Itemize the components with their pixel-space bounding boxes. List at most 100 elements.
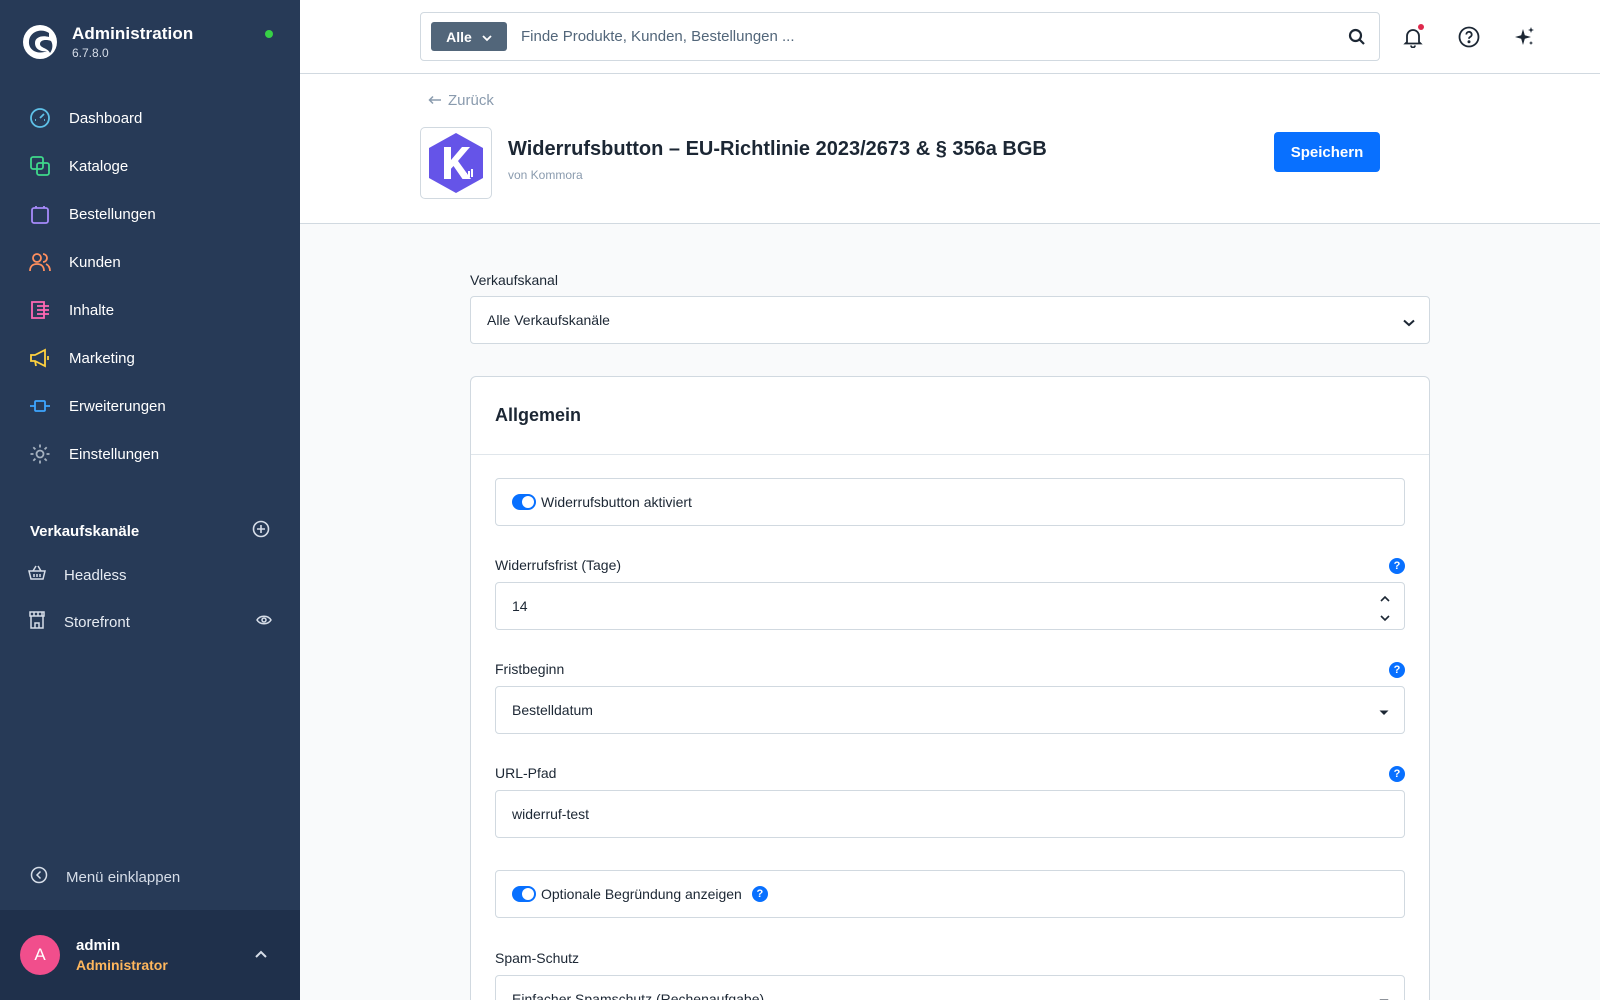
- sidebar-item-kunden[interactable]: Kunden: [0, 238, 300, 286]
- storefront-icon: [28, 610, 46, 634]
- sales-channel-label: Headless: [64, 566, 127, 584]
- avatar: A: [20, 935, 60, 975]
- bell-icon[interactable]: [1400, 24, 1426, 50]
- sales-channel-storefront[interactable]: Storefront: [28, 607, 272, 637]
- search-type-select[interactable]: Alle: [431, 22, 507, 51]
- gear-icon: [29, 443, 51, 465]
- url-path-label: URL-Pfad: [495, 765, 557, 781]
- spam-protection-value: Einfacher Spamschutz (Rechenaufgabe): [512, 991, 765, 1000]
- sales-channels-title: Verkaufskanäle: [30, 523, 140, 540]
- period-start-label: Fristbeginn: [495, 661, 565, 677]
- sidebar-item-erweiterungen[interactable]: Erweiterungen: [0, 382, 300, 430]
- sidebar: Administration 6.7.8.0 Dashboard Katalog…: [0, 0, 300, 1000]
- chevron-left-circle-icon: [30, 866, 48, 889]
- sparkles-icon[interactable]: [1512, 24, 1538, 50]
- number-stepper[interactable]: [1380, 589, 1390, 625]
- plug-icon: [29, 395, 51, 417]
- search-input[interactable]: [521, 28, 1335, 45]
- user-panel[interactable]: A admin Administrator: [0, 910, 300, 1000]
- sidebar-item-label: Einstellungen: [69, 445, 160, 463]
- online-status-dot: [265, 30, 273, 38]
- megaphone-icon: [29, 347, 51, 369]
- back-link[interactable]: Zurück: [428, 92, 494, 109]
- chevron-down-icon: [1378, 704, 1390, 720]
- period-start-select[interactable]: Bestelldatum: [495, 686, 1405, 734]
- optional-reason-field: Optionale Begründung anzeigen ?: [495, 870, 1405, 918]
- back-label: Zurück: [448, 92, 494, 109]
- card-title: Allgemein: [471, 377, 1429, 455]
- sales-channel-field-label: Verkaufskanal: [470, 272, 558, 288]
- add-sales-channel-icon[interactable]: [252, 520, 270, 543]
- plugin-title: Widerrufsbutton – EU-Richtlinie 2023/267…: [508, 138, 1047, 160]
- sidebar-item-label: Kataloge: [69, 157, 129, 175]
- help-icon[interactable]: ?: [1389, 662, 1405, 678]
- sidebar-item-label: Erweiterungen: [69, 397, 166, 415]
- app-title: Administration: [72, 24, 194, 43]
- help-icon[interactable]: ?: [1389, 558, 1405, 574]
- collapse-menu-button[interactable]: Menü einklappen: [30, 866, 180, 889]
- catalog-icon: [29, 155, 51, 177]
- help-circle-icon[interactable]: [1456, 24, 1482, 50]
- kommora-logo-icon: [429, 133, 483, 193]
- plugin-logo: [420, 127, 492, 199]
- brand[interactable]: Administration 6.7.8.0: [22, 24, 193, 60]
- sidebar-item-einstellungen[interactable]: Einstellungen: [0, 430, 300, 478]
- eye-icon[interactable]: [256, 613, 272, 631]
- withdrawal-period-label: Widerrufsfrist (Tage): [495, 557, 622, 573]
- sidebar-item-label: Kunden: [69, 253, 121, 271]
- global-search: Alle: [420, 12, 1380, 61]
- sales-channel-headless[interactable]: Headless: [28, 560, 272, 590]
- shopware-logo-icon: [23, 25, 57, 59]
- url-path-input[interactable]: [512, 806, 1312, 822]
- sales-channels-header: Verkaufskanäle: [30, 520, 270, 543]
- sidebar-item-kataloge[interactable]: Kataloge: [0, 142, 300, 190]
- general-settings-card: Allgemein Widerrufsbutton aktiviert Wide…: [470, 376, 1430, 1000]
- sidebar-item-marketing[interactable]: Marketing: [0, 334, 300, 382]
- page-header: Zurück Widerrufsbutton – EU-Richtlinie 2…: [300, 74, 1600, 224]
- save-button[interactable]: Speichern: [1274, 132, 1380, 172]
- sidebar-item-bestellungen[interactable]: Bestellungen: [0, 190, 300, 238]
- help-icon[interactable]: ?: [1389, 766, 1405, 782]
- chevron-down-icon: [1403, 314, 1415, 330]
- notification-dot: [1418, 24, 1424, 30]
- optional-reason-toggle[interactable]: [512, 886, 536, 902]
- period-start-value: Bestelldatum: [512, 702, 593, 718]
- sidebar-item-label: Inhalte: [69, 301, 115, 319]
- gauge-icon: [29, 107, 51, 129]
- spam-protection-select[interactable]: Einfacher Spamschutz (Rechenaufgabe): [495, 975, 1405, 1000]
- search-type-label: Alle: [446, 28, 472, 45]
- sidebar-item-label: Dashboard: [69, 109, 143, 127]
- app-version: 6.7.8.0: [72, 46, 109, 60]
- users-icon: [29, 251, 51, 273]
- sidebar-item-label: Bestellungen: [69, 205, 156, 223]
- optional-reason-label: Optionale Begründung anzeigen: [541, 886, 742, 902]
- chevron-down-icon: [1378, 993, 1390, 1000]
- chevron-up-icon[interactable]: [1380, 589, 1390, 605]
- chevron-down-icon: [482, 29, 492, 45]
- plugin-vendor: von Kommora: [508, 168, 583, 182]
- spam-protection-label: Spam-Schutz: [495, 950, 580, 966]
- sidebar-item-label: Marketing: [69, 349, 135, 367]
- top-bar: Alle: [300, 0, 1600, 74]
- withdrawal-button-enabled-toggle[interactable]: [512, 494, 536, 510]
- chevron-down-icon[interactable]: [1380, 609, 1390, 625]
- arrow-left-icon: [428, 92, 442, 109]
- collapse-menu-label: Menü einklappen: [66, 869, 181, 886]
- withdrawal-button-enabled-field: Widerrufsbutton aktiviert: [495, 478, 1405, 526]
- withdrawal-period-input[interactable]: [512, 598, 1312, 614]
- search-icon[interactable]: [1335, 15, 1379, 59]
- withdrawal-period-field: [495, 582, 1405, 630]
- sales-channel-select[interactable]: Alle Verkaufskanäle: [470, 296, 1430, 344]
- sidebar-item-dashboard[interactable]: Dashboard: [0, 94, 300, 142]
- main-nav: Dashboard Kataloge Bestellungen Kunden I…: [0, 94, 300, 478]
- user-role: Administrator: [76, 957, 168, 973]
- withdrawal-button-enabled-label: Widerrufsbutton aktiviert: [541, 494, 692, 510]
- chevron-up-icon[interactable]: [254, 946, 268, 964]
- help-icon[interactable]: ?: [751, 886, 768, 902]
- basket-icon: [28, 564, 46, 587]
- shopping-bag-icon: [29, 203, 51, 225]
- content-icon: [29, 299, 51, 321]
- sales-channel-label: Storefront: [64, 613, 130, 631]
- sidebar-item-inhalte[interactable]: Inhalte: [0, 286, 300, 334]
- sales-channel-select-value: Alle Verkaufskanäle: [487, 312, 610, 328]
